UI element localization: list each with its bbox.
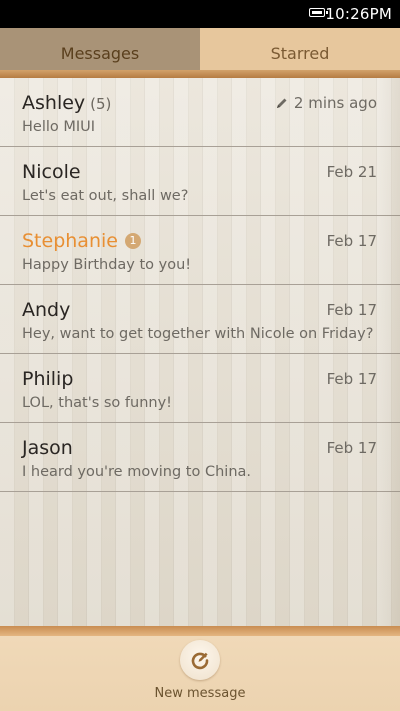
message-time: Feb 17 bbox=[326, 301, 377, 319]
bottom-bar: New message bbox=[0, 636, 400, 711]
unread-badge: 1 bbox=[124, 233, 141, 249]
message-time: Feb 17 bbox=[326, 370, 377, 388]
message-time: 2 mins ago bbox=[276, 94, 377, 112]
status-bar: 10:26PM bbox=[0, 0, 400, 28]
conversation-stephanie[interactable]: Stephanie 1 Happy Birthday to you! Feb 17 bbox=[0, 216, 400, 285]
message-count: (5) bbox=[90, 95, 112, 113]
message-preview: Let's eat out, shall we? bbox=[22, 188, 189, 204]
battery-icon bbox=[309, 8, 328, 17]
message-time: Feb 17 bbox=[326, 232, 377, 250]
conversation-nicole[interactable]: Nicole Let's eat out, shall we? Feb 21 bbox=[0, 147, 400, 216]
message-preview: Happy Birthday to you! bbox=[22, 257, 192, 273]
conversation-philip[interactable]: Philip LOL, that's so funny! Feb 17 bbox=[0, 354, 400, 423]
message-preview: I heard you're moving to China. bbox=[22, 464, 252, 480]
conversation-ashley[interactable]: Ashley (5) Hello MIUI 2 mins ago bbox=[0, 78, 400, 147]
contact-name: Stephanie 1 bbox=[22, 229, 141, 253]
pencil-icon bbox=[276, 98, 287, 108]
status-time: 10:26PM bbox=[325, 5, 392, 23]
message-time: Feb 21 bbox=[326, 163, 377, 181]
contact-name: Jason bbox=[22, 437, 73, 459]
contact-name: Andy bbox=[22, 299, 71, 321]
conversation-jason[interactable]: Jason I heard you're moving to China. Fe… bbox=[0, 423, 400, 492]
contact-name: Philip bbox=[22, 368, 74, 390]
contact-name: Nicole bbox=[22, 161, 81, 183]
message-list: Ashley (5) Hello MIUI 2 mins ago Nicole L… bbox=[0, 78, 400, 626]
tab-starred-label: Starred bbox=[270, 43, 330, 63]
compose-icon bbox=[191, 652, 209, 670]
bottom-bar-divider bbox=[0, 626, 400, 636]
tab-bar-divider bbox=[0, 70, 400, 78]
message-preview: Hello MIUI bbox=[22, 119, 96, 135]
new-message-label: New message bbox=[154, 686, 246, 701]
compose-button-circle bbox=[180, 640, 220, 680]
new-message-button[interactable]: New message bbox=[0, 636, 400, 711]
conversation-andy[interactable]: Andy Hey, want to get together with Nico… bbox=[0, 285, 400, 354]
message-preview: LOL, that's so funny! bbox=[22, 395, 172, 411]
contact-name: Ashley (5) bbox=[22, 92, 112, 114]
message-time: Feb 17 bbox=[326, 439, 377, 457]
message-preview: Hey, want to get together with Nicole on… bbox=[22, 326, 374, 342]
tab-messages-label: Messages bbox=[60, 43, 140, 63]
